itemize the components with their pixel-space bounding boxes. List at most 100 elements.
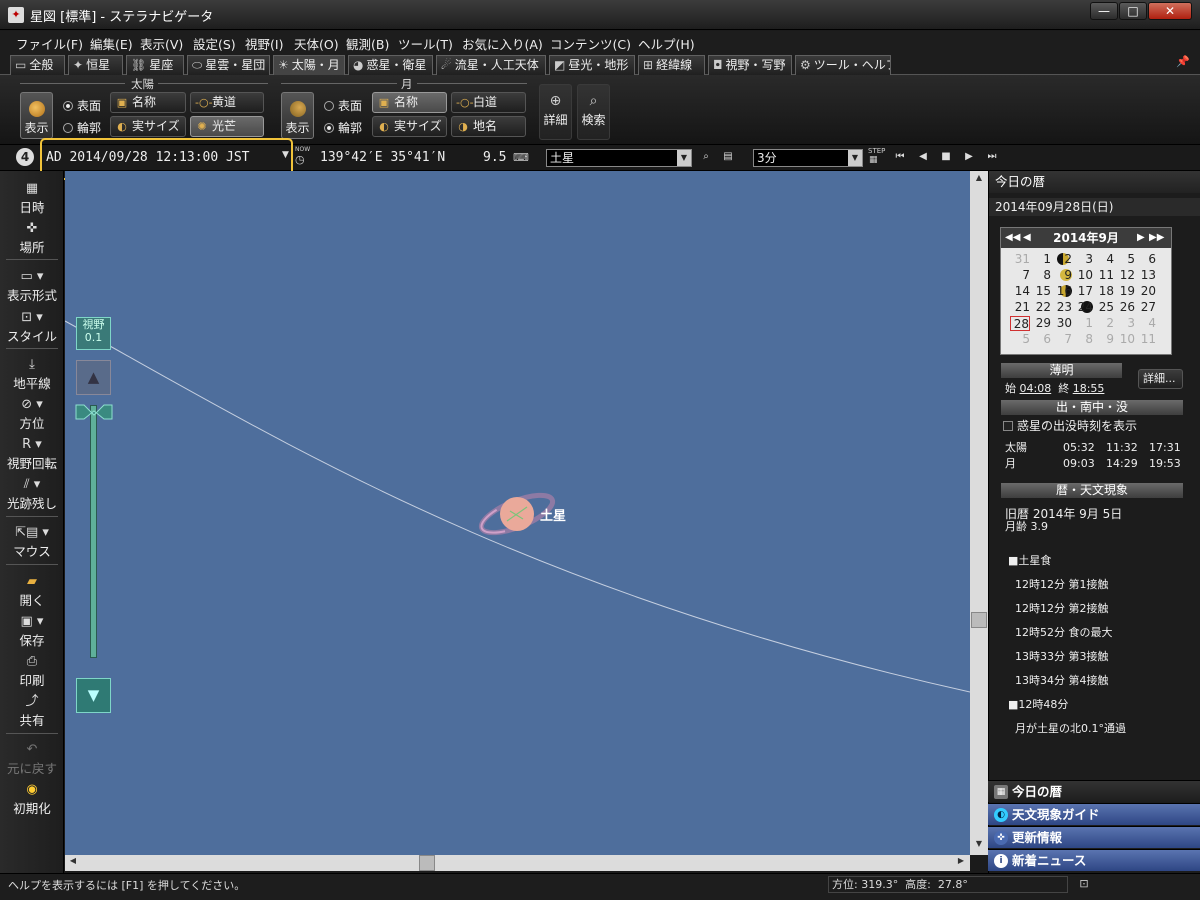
calendar-day[interactable]: 6 xyxy=(1136,252,1156,267)
sun-corona-button[interactable]: ✺ 光芒 xyxy=(190,116,264,137)
calendar-day[interactable]: 7 xyxy=(1052,332,1072,347)
menu-tools[interactable]: ツール(T) xyxy=(398,34,453,53)
tab-tools-help[interactable]: ⚙ ツール・ヘルプ xyxy=(795,55,891,75)
pin-icon[interactable]: 📌 xyxy=(1175,55,1191,71)
twilight-detail-button[interactable]: 詳細... xyxy=(1138,369,1183,389)
tab-constellations[interactable]: ⛓ 星座 xyxy=(126,55,184,75)
skip-back-icon[interactable]: ⏮ xyxy=(892,149,908,165)
menu-contents[interactable]: コンテンツ(C) xyxy=(550,34,631,53)
nav-today-calendar[interactable]: ▦ 今日の暦 xyxy=(988,780,1200,802)
calendar-day[interactable]: 4 xyxy=(1136,316,1156,331)
maximize-button[interactable]: □ xyxy=(1119,2,1147,20)
tab-planets[interactable]: ◕ 惑星・衛星 xyxy=(348,55,433,75)
menu-field[interactable]: 視野(I) xyxy=(245,34,283,53)
sun-name-button[interactable]: ▣ 名称 xyxy=(110,92,186,113)
trail-button[interactable]: ⫽ ▾ 光跡残し xyxy=(0,477,64,512)
display-format-button[interactable]: ▭ ▾ 表示形式 xyxy=(0,269,64,304)
calendar-day[interactable]: 9 xyxy=(1094,332,1114,347)
calendar-day[interactable]: 26 xyxy=(1115,300,1135,315)
calendar-day[interactable]: 16 xyxy=(1052,284,1072,299)
calendar-day[interactable]: 10 xyxy=(1115,332,1135,347)
stop-icon[interactable]: ■ xyxy=(938,149,954,165)
step-icon[interactable]: ▦ xyxy=(869,155,878,165)
detail-button[interactable]: ⊕ 詳細 xyxy=(539,84,572,140)
mouse-button[interactable]: ⇱▤ ▾ マウス xyxy=(0,525,64,560)
calendar-day[interactable]: 10 xyxy=(1073,268,1093,283)
scroll-thumb[interactable] xyxy=(971,612,987,628)
calendar-day[interactable]: 29 xyxy=(1031,316,1051,331)
sun-surface-radio[interactable]: 表面 xyxy=(63,97,101,114)
play-icon[interactable]: ▶ xyxy=(961,149,977,165)
planet-rise-checkbox[interactable]: 惑星の出没時刻を表示 xyxy=(1003,417,1137,434)
calendar-day[interactable]: 25 xyxy=(1094,300,1114,315)
search-icon[interactable]: ⌕ xyxy=(698,149,714,165)
calendar-day[interactable]: 4 xyxy=(1094,252,1114,267)
datetime-button[interactable]: ▦ 日時 xyxy=(0,181,64,216)
calendar-day[interactable]: 5 xyxy=(1115,252,1135,267)
vertical-scrollbar[interactable]: ▲ ▼ xyxy=(970,171,988,855)
tab-nebulae[interactable]: ⬭ 星雲・星団 xyxy=(187,55,270,75)
zoom-out-button[interactable]: ▼ xyxy=(76,678,111,713)
prev-month-icon[interactable]: ◀ xyxy=(1023,228,1031,248)
next-month-icon[interactable]: ▶ xyxy=(1137,228,1145,248)
calendar-day[interactable]: 2 xyxy=(1094,316,1114,331)
sky-view[interactable] xyxy=(65,171,970,855)
tab-general[interactable]: ▭ 全般 xyxy=(10,55,65,75)
calendar-day[interactable]: 21 xyxy=(1010,300,1030,315)
tab-grid[interactable]: ⊞ 経緯線 xyxy=(638,55,705,75)
zoom-slider-handle[interactable] xyxy=(74,403,114,421)
play-back-icon[interactable]: ◀ xyxy=(915,149,931,165)
menu-settings[interactable]: 設定(S) xyxy=(193,34,236,53)
direction-button[interactable]: ⊘ ▾ 方位 xyxy=(0,397,64,432)
tab-field[interactable]: ◘ 視野・写野 xyxy=(708,55,792,75)
tab-daylight[interactable]: ◩ 昼光・地形 xyxy=(549,55,635,75)
calendar-day[interactable]: 8 xyxy=(1031,268,1051,283)
calendar-day[interactable]: 19 xyxy=(1115,284,1135,299)
moon-place-name-button[interactable]: ◑ 地名 xyxy=(451,116,526,137)
calendar-day[interactable]: 7 xyxy=(1010,268,1030,283)
calendar-day[interactable]: 13 xyxy=(1136,268,1156,283)
calendar-day[interactable]: 27 xyxy=(1136,300,1156,315)
menu-file[interactable]: ファイル(F) xyxy=(16,34,83,53)
calendar-day[interactable]: 20 xyxy=(1136,284,1156,299)
calendar-day[interactable]: 31 xyxy=(1010,252,1030,267)
scroll-left-icon[interactable]: ◀ xyxy=(67,856,79,870)
calendar-day[interactable]: 23 xyxy=(1052,300,1072,315)
horizontal-scrollbar[interactable]: ◀ ▶ xyxy=(65,855,970,871)
calendar-day[interactable]: 11 xyxy=(1094,268,1114,283)
calendar-day[interactable]: 18 xyxy=(1094,284,1114,299)
calendar-day[interactable]: 1 xyxy=(1073,316,1093,331)
calendar-day[interactable]: 30 xyxy=(1052,316,1072,331)
menu-help[interactable]: ヘルプ(H) xyxy=(638,34,695,53)
calendar-day-selected[interactable]: 28 xyxy=(1010,316,1030,331)
calendar-day[interactable]: 12 xyxy=(1115,268,1135,283)
sun-real-size-button[interactable]: ◐ 実サイズ xyxy=(110,116,186,137)
horizon-button[interactable]: ⤓ 地平線 xyxy=(0,357,64,392)
calendar-day[interactable]: 14 xyxy=(1010,284,1030,299)
moon-outline-radio[interactable]: 輪郭 xyxy=(324,119,362,136)
search-button[interactable]: ⌕ 検索 xyxy=(577,84,610,140)
calendar-day[interactable]: 6 xyxy=(1031,332,1051,347)
nav-update-info[interactable]: ✜ 更新情報 xyxy=(988,826,1200,848)
calendar-day[interactable]: 11 xyxy=(1136,332,1156,347)
minimize-button[interactable]: — xyxy=(1090,2,1118,20)
moon-name-button[interactable]: ▣ 名称 xyxy=(372,92,447,113)
tab-sun-moon[interactable]: ☀ 太陽・月 xyxy=(273,55,345,76)
tab-meteors[interactable]: ☄ 流星・人工天体 xyxy=(436,55,546,75)
menu-observe[interactable]: 観測(B) xyxy=(346,34,389,53)
scroll-up-icon[interactable]: ▲ xyxy=(972,173,986,187)
close-button[interactable]: ✕ xyxy=(1148,2,1192,20)
magnitude-field[interactable]: 9.5 xyxy=(483,150,506,165)
undo-button[interactable]: ↶ 元に戻す xyxy=(0,742,64,777)
moon-real-size-button[interactable]: ◐ 実サイズ xyxy=(372,116,447,137)
calendar-day[interactable]: 22 xyxy=(1031,300,1051,315)
skip-forward-icon[interactable]: ⏭ xyxy=(984,149,1000,165)
open-button[interactable]: ▰ 開く xyxy=(0,574,64,609)
zoom-slider-track[interactable] xyxy=(90,405,97,658)
calendar-day[interactable]: 3 xyxy=(1115,316,1135,331)
prev-year-icon[interactable]: ◀◀ xyxy=(1005,228,1020,248)
sun-outline-radio[interactable]: 輪郭 xyxy=(63,119,101,136)
clock-icon[interactable]: ◷ xyxy=(295,153,305,166)
calendar-day[interactable]: 1 xyxy=(1031,252,1051,267)
tab-stars[interactable]: ✦ 恒星 xyxy=(68,55,123,75)
